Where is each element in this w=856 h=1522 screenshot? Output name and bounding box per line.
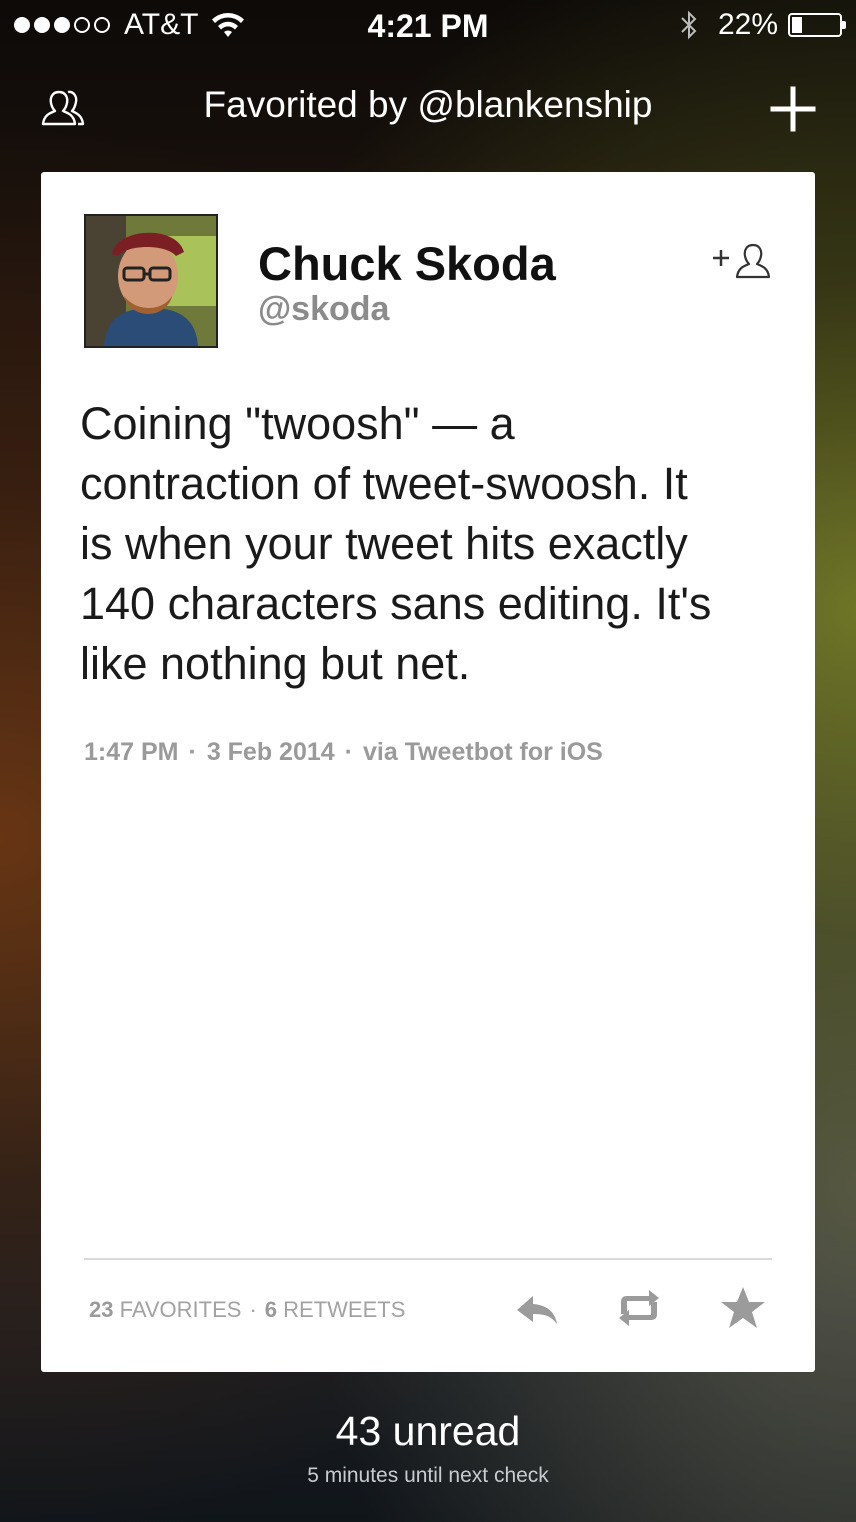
tweet-meta: 1:47 PM · 3 Feb 2014 · via Tweetbot for iOS bbox=[84, 738, 603, 767]
avatar-photo bbox=[86, 216, 216, 346]
battery-level bbox=[792, 17, 802, 33]
star-icon[interactable] bbox=[719, 1284, 767, 1332]
meta-separator: · bbox=[188, 738, 197, 766]
tweet-date: 3 Feb 2014 bbox=[206, 738, 335, 766]
favorites-count: 23 bbox=[89, 1297, 114, 1322]
retweets-label: RETWEETS bbox=[283, 1297, 406, 1322]
author-handle[interactable]: @skoda bbox=[258, 290, 389, 329]
status-bar: AT&T 4:21 PM 22% bbox=[0, 0, 856, 52]
stats-separator: · bbox=[249, 1297, 257, 1322]
divider bbox=[84, 1258, 772, 1260]
retweet-icon[interactable] bbox=[615, 1284, 663, 1332]
tweet-time: 1:47 PM bbox=[84, 738, 179, 766]
unread-count: 43 unread bbox=[335, 1408, 521, 1454]
battery-percent: 22% bbox=[717, 8, 778, 41]
battery-icon bbox=[788, 13, 846, 37]
author-name[interactable]: Chuck Skoda bbox=[258, 236, 556, 291]
reply-icon[interactable] bbox=[513, 1284, 561, 1332]
tweet-stats[interactable]: 23 FAVORITES · 6 RETWEETS bbox=[89, 1297, 405, 1323]
tweet-client[interactable]: via Tweetbot for iOS bbox=[363, 738, 603, 766]
tweet-card: Chuck Skoda @skoda Coining "twoosh" — a … bbox=[41, 172, 815, 1372]
meta-separator: · bbox=[344, 738, 353, 766]
plus-icon[interactable] bbox=[770, 86, 816, 132]
follow-user-icon[interactable] bbox=[711, 242, 777, 282]
avatar[interactable] bbox=[84, 214, 218, 348]
tweet-text: Coining "twoosh" — a contraction of twee… bbox=[80, 398, 712, 689]
nav-bar: Favorited by @blankenship bbox=[0, 70, 856, 146]
status-right: 22% bbox=[678, 8, 846, 42]
favorites-label: FAVORITES bbox=[119, 1297, 242, 1322]
next-check-label: 5 minutes until next check bbox=[307, 1464, 549, 1487]
bluetooth-icon bbox=[681, 10, 697, 40]
retweets-count: 6 bbox=[264, 1297, 278, 1322]
nav-title: Favorited by @blankenship bbox=[203, 84, 653, 125]
